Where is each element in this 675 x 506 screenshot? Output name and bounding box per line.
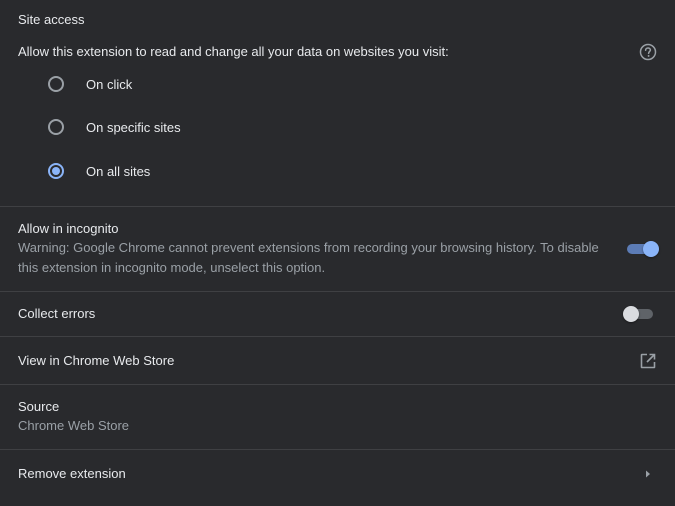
- divider: [0, 384, 675, 385]
- site-access-heading: Site access: [18, 12, 85, 27]
- divider: [0, 206, 675, 207]
- incognito-title: Allow in incognito: [18, 221, 119, 236]
- radio-button-selected[interactable]: [48, 163, 64, 179]
- chevron-right-icon[interactable]: [644, 467, 652, 485]
- divider: [0, 449, 675, 450]
- site-access-question: Allow this extension to read and change …: [18, 44, 449, 59]
- incognito-toggle[interactable]: [625, 239, 659, 259]
- remove-extension-button[interactable]: Remove extension: [18, 466, 126, 481]
- divider: [0, 291, 675, 292]
- extension-details-page: Site access Allow this extension to read…: [0, 0, 675, 506]
- radio-button[interactable]: [48, 76, 64, 92]
- radio-button[interactable]: [48, 119, 64, 135]
- radio-option-label: On specific sites: [86, 119, 181, 135]
- radio-option-on-click[interactable]: On click: [48, 74, 132, 94]
- toggle-knob: [623, 306, 639, 322]
- collect-errors-toggle[interactable]: [623, 304, 657, 324]
- radio-option-label: On click: [86, 76, 133, 92]
- view-in-web-store-link[interactable]: View in Chrome Web Store: [18, 353, 174, 368]
- source-title: Source: [18, 399, 60, 414]
- radio-option-on-specific-sites[interactable]: On specific sites: [48, 117, 181, 137]
- help-circle-icon[interactable]: [639, 43, 657, 66]
- open-in-new-icon[interactable]: [639, 352, 657, 375]
- source-value: Chrome Web Store: [18, 418, 130, 433]
- toggle-knob: [643, 241, 659, 257]
- radio-option-on-all-sites[interactable]: On all sites: [48, 161, 150, 181]
- collect-errors-title: Collect errors: [18, 306, 96, 321]
- incognito-warning: Warning: Google Chrome cannot prevent ex…: [18, 240, 599, 275]
- divider: [0, 336, 675, 337]
- radio-option-label: On all sites: [86, 163, 151, 179]
